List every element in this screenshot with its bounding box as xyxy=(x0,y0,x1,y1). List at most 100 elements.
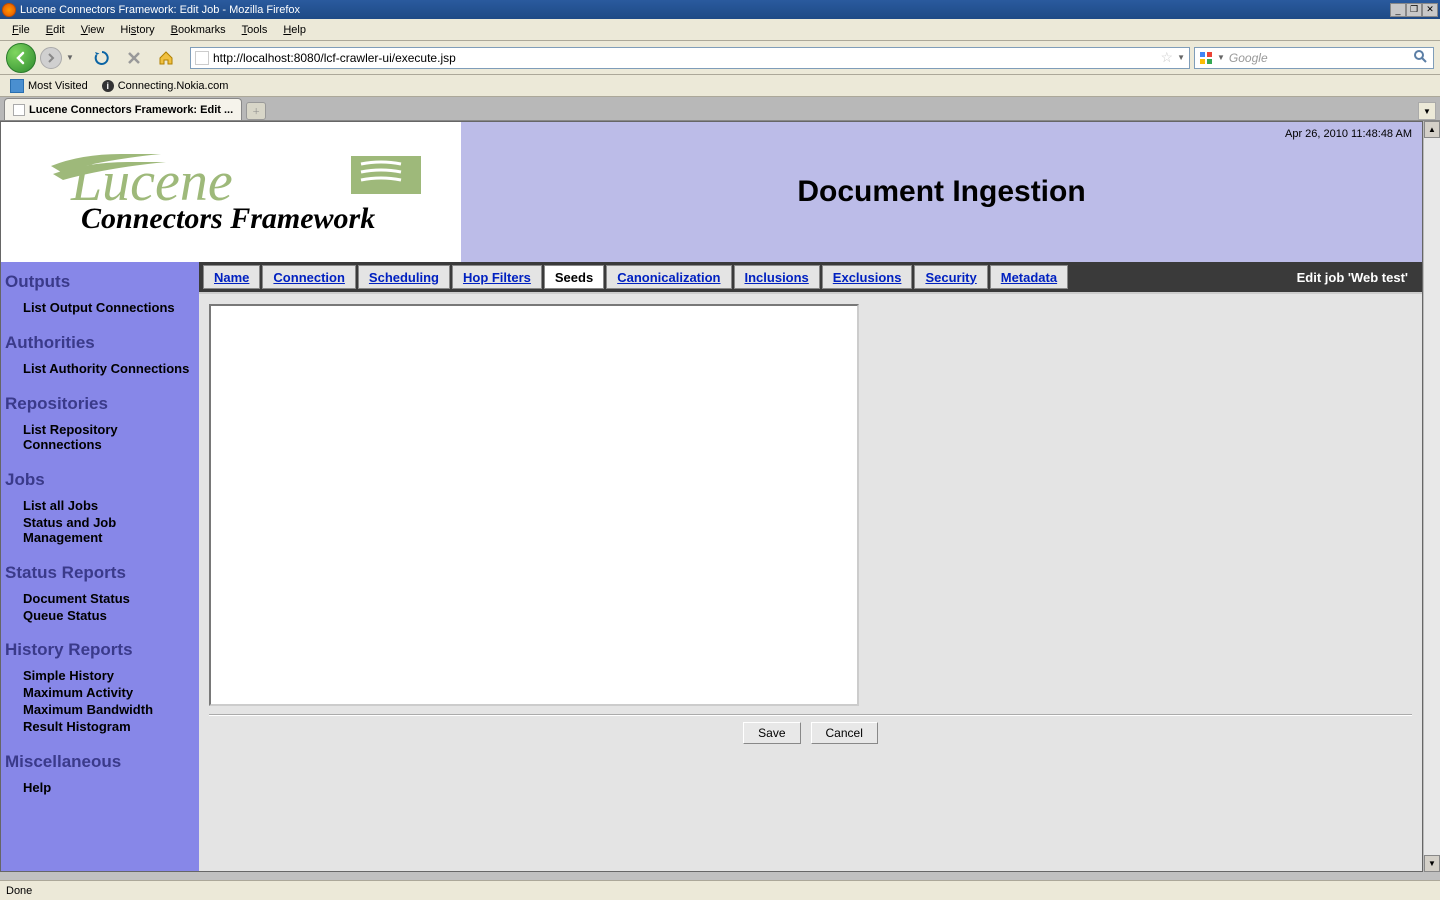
navigation-toolbar: ▼ http://localhost:8080/lcf-crawler-ui/e… xyxy=(0,41,1440,75)
page-content: Lucene Connectors Framework Apr 26, 2010… xyxy=(0,121,1440,872)
menu-edit[interactable]: Edit xyxy=(38,22,73,38)
bookmark-nokia[interactable]: i Connecting.Nokia.com xyxy=(96,78,235,94)
reload-icon xyxy=(94,50,110,66)
search-input[interactable]: Google xyxy=(1229,51,1409,65)
bookmark-most-visited[interactable]: Most Visited xyxy=(4,77,94,95)
bookmark-label: Connecting.Nokia.com xyxy=(118,80,229,92)
vertical-scrollbar[interactable]: ▲ ▼ xyxy=(1423,121,1440,872)
tab-connection[interactable]: Connection xyxy=(262,265,356,289)
window-maximize-button[interactable]: ❐ xyxy=(1406,3,1422,17)
sidebar-link-status-and-job-management[interactable]: Status and Job Management xyxy=(23,515,199,547)
tab-name[interactable]: Name xyxy=(203,265,260,289)
sidebar-link-result-histogram[interactable]: Result Histogram xyxy=(23,719,199,736)
sidebar-link-list-output-connections[interactable]: List Output Connections xyxy=(23,300,199,317)
home-icon xyxy=(158,50,174,66)
search-engine-dropdown[interactable]: ▼ xyxy=(1217,53,1225,62)
magnifier-icon xyxy=(1413,49,1427,63)
main-layout: Outputs List Output Connections Authorit… xyxy=(1,262,1422,871)
google-icon[interactable] xyxy=(1199,51,1213,65)
sidebar-link-queue-status[interactable]: Queue Status xyxy=(23,608,199,625)
content-panel: Name Connection Scheduling Hop Filters S… xyxy=(199,262,1422,871)
search-box[interactable]: ▼ Google xyxy=(1194,47,1434,69)
status-bar: Done xyxy=(0,880,1440,900)
menu-help[interactable]: Help xyxy=(275,22,314,38)
nokia-icon: i xyxy=(102,80,114,92)
window-close-button[interactable]: ✕ xyxy=(1422,3,1438,17)
tab-list-dropdown[interactable]: ▼ xyxy=(1418,102,1436,120)
sidebar: Outputs List Output Connections Authorit… xyxy=(1,262,199,871)
forward-button[interactable] xyxy=(40,47,62,69)
sidebar-link-list-repository-connections[interactable]: List Repository Connections xyxy=(23,422,199,454)
page-title: Document Ingestion xyxy=(797,175,1085,209)
menu-history[interactable]: History xyxy=(112,22,162,38)
sidebar-heading-miscellaneous: Miscellaneous xyxy=(1,746,199,776)
tab-security[interactable]: Security xyxy=(914,265,987,289)
sidebar-heading-outputs: Outputs xyxy=(1,266,199,296)
sidebar-link-list-all-jobs[interactable]: List all Jobs xyxy=(23,498,199,515)
sidebar-heading-history-reports: History Reports xyxy=(1,634,199,664)
url-dropdown-icon[interactable]: ▼ xyxy=(1177,53,1185,62)
bookmarks-toolbar: Most Visited i Connecting.Nokia.com xyxy=(0,75,1440,97)
status-text: Done xyxy=(6,885,32,897)
tab-exclusions[interactable]: Exclusions xyxy=(822,265,913,289)
menu-tools[interactable]: Tools xyxy=(234,22,276,38)
tab-favicon-icon xyxy=(13,104,25,116)
form-buttons: Save Cancel xyxy=(209,720,1412,752)
browser-tab[interactable]: Lucene Connectors Framework: Edit ... xyxy=(4,98,242,120)
form-area: Save Cancel xyxy=(199,292,1422,871)
page-tabs-context: Edit job 'Web test' xyxy=(1297,270,1418,285)
sidebar-link-list-authority-connections[interactable]: List Authority Connections xyxy=(23,361,199,378)
arrow-left-icon xyxy=(14,51,28,65)
stop-button[interactable] xyxy=(126,50,142,66)
seeds-textarea[interactable] xyxy=(209,304,859,706)
menu-view[interactable]: View xyxy=(73,22,113,38)
most-visited-icon xyxy=(10,79,24,93)
search-submit-button[interactable] xyxy=(1413,49,1429,66)
sidebar-link-document-status[interactable]: Document Status xyxy=(23,591,199,608)
menu-bookmarks[interactable]: Bookmarks xyxy=(163,22,234,38)
url-text[interactable]: http://localhost:8080/lcf-crawler-ui/exe… xyxy=(213,51,1157,65)
sidebar-link-simple-history[interactable]: Simple History xyxy=(23,668,199,685)
sidebar-link-help[interactable]: Help xyxy=(23,780,199,797)
lucene-logo: Lucene Connectors Framework xyxy=(41,142,421,242)
page-favicon-icon xyxy=(195,51,209,65)
new-tab-button[interactable]: ＋ xyxy=(246,102,266,120)
stop-icon xyxy=(127,51,141,65)
page-tabs: Name Connection Scheduling Hop Filters S… xyxy=(199,262,1422,292)
save-button[interactable]: Save xyxy=(743,722,800,744)
tab-metadata[interactable]: Metadata xyxy=(990,265,1068,289)
scroll-up-button[interactable]: ▲ xyxy=(1424,121,1440,138)
cancel-button[interactable]: Cancel xyxy=(811,722,878,744)
sidebar-heading-authorities: Authorities xyxy=(1,327,199,357)
menu-bar: File Edit View History Bookmarks Tools H… xyxy=(0,19,1440,41)
tab-inclusions[interactable]: Inclusions xyxy=(734,265,820,289)
browser-tab-strip: Lucene Connectors Framework: Edit ... ＋ … xyxy=(0,97,1440,121)
tab-canonicalization[interactable]: Canonicalization xyxy=(606,265,731,289)
nav-history-dropdown[interactable]: ▼ xyxy=(66,53,76,62)
arrow-right-icon xyxy=(46,53,56,63)
window-titlebar: Lucene Connectors Framework: Edit Job - … xyxy=(0,0,1440,19)
page-banner: Lucene Connectors Framework Apr 26, 2010… xyxy=(1,122,1422,262)
tab-hop-filters[interactable]: Hop Filters xyxy=(452,265,542,289)
url-bar[interactable]: http://localhost:8080/lcf-crawler-ui/exe… xyxy=(190,47,1190,69)
sidebar-heading-jobs: Jobs xyxy=(1,464,199,494)
sidebar-link-maximum-bandwidth[interactable]: Maximum Bandwidth xyxy=(23,702,199,719)
tab-seeds[interactable]: Seeds xyxy=(544,265,604,289)
window-title: Lucene Connectors Framework: Edit Job - … xyxy=(20,4,1390,16)
tab-scheduling[interactable]: Scheduling xyxy=(358,265,450,289)
back-button[interactable] xyxy=(6,43,36,73)
scroll-down-button[interactable]: ▼ xyxy=(1424,855,1440,872)
banner-right: Apr 26, 2010 11:48:48 AM Document Ingest… xyxy=(461,122,1422,262)
bookmark-label: Most Visited xyxy=(28,80,88,92)
bookmark-star-icon[interactable]: ☆ xyxy=(1161,49,1174,66)
reload-button[interactable] xyxy=(94,50,110,66)
page-timestamp: Apr 26, 2010 11:48:48 AM xyxy=(1285,128,1412,140)
svg-text:Connectors Framework: Connectors Framework xyxy=(81,202,375,235)
window-minimize-button[interactable]: _ xyxy=(1390,3,1406,17)
sidebar-link-maximum-activity[interactable]: Maximum Activity xyxy=(23,685,199,702)
menu-file[interactable]: File xyxy=(4,22,38,38)
sidebar-heading-repositories: Repositories xyxy=(1,388,199,418)
logo-area: Lucene Connectors Framework xyxy=(1,122,461,262)
browser-tab-label: Lucene Connectors Framework: Edit ... xyxy=(29,104,233,116)
home-button[interactable] xyxy=(158,50,174,66)
